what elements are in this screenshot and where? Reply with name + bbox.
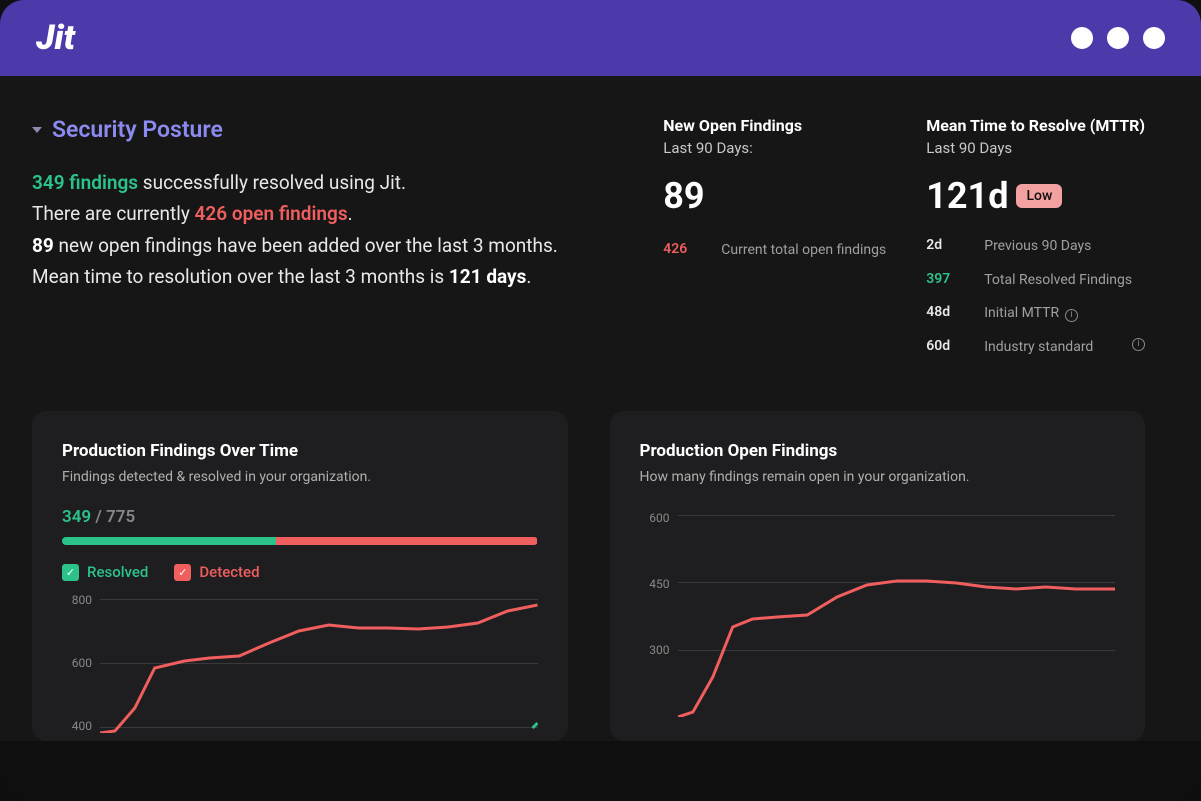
section-header[interactable]: Security Posture	[32, 116, 623, 143]
window-dot[interactable]	[1071, 27, 1093, 49]
line-chart	[678, 507, 1116, 717]
metric-subtitle: Last 90 Days:	[663, 139, 886, 157]
info-icon[interactable]: i	[1065, 309, 1078, 322]
ratio-display: 349 / 775	[62, 507, 538, 527]
security-posture-section: Security Posture 349 findings successful…	[32, 116, 623, 371]
y-tick: 300	[640, 643, 670, 657]
y-tick: 450	[640, 577, 670, 591]
open-findings-card: Production Open Findings How many findin…	[610, 411, 1146, 741]
caret-down-icon	[32, 127, 42, 133]
new-count: 89	[32, 234, 54, 257]
metric-key: 48d	[926, 304, 964, 320]
metric-key: 2d	[926, 237, 964, 253]
metric-subtitle: Last 90 Days	[926, 139, 1145, 157]
progress-bar	[62, 537, 538, 545]
chart-subtitle: How many findings remain open in your or…	[640, 469, 1116, 485]
checkbox-icon: ✓	[174, 564, 191, 581]
metric-desc: Industry standard	[984, 338, 1106, 358]
posture-summary: 349 findings successfully resolved using…	[32, 167, 623, 292]
app-header: Jit	[0, 0, 1201, 76]
window-controls	[1071, 27, 1165, 49]
chart-title: Production Findings Over Time	[62, 441, 538, 461]
chart-plot-area: 800 600 400	[62, 593, 538, 733]
metric-desc: Current total open findings	[721, 241, 886, 261]
y-tick: 600	[62, 656, 92, 670]
legend-resolved[interactable]: ✓ Resolved	[62, 563, 148, 581]
metric-value: 121d	[926, 175, 1008, 217]
legend-detected[interactable]: ✓ Detected	[174, 563, 259, 581]
metric-desc: Total Resolved Findings	[984, 271, 1132, 291]
section-title: Security Posture	[52, 116, 223, 143]
info-icon[interactable]: i	[1132, 338, 1145, 351]
new-findings-metric: New Open Findings Last 90 Days: 89 426 C…	[663, 116, 886, 371]
metric-key: 426	[663, 241, 701, 257]
checkbox-icon: ✓	[62, 564, 79, 581]
chart-plot-area: 600 450 300	[640, 507, 1116, 717]
progress-resolved	[62, 537, 276, 545]
metric-key: 60d	[926, 338, 964, 354]
mttr-value: 121 days	[449, 265, 526, 288]
chart-title: Production Open Findings	[640, 441, 1116, 461]
window-dot[interactable]	[1143, 27, 1165, 49]
status-badge: Low	[1016, 184, 1062, 208]
metric-desc: Previous 90 Days	[984, 237, 1091, 257]
logo: Jit	[36, 18, 75, 58]
metric-key: 397	[926, 271, 964, 287]
progress-detected	[276, 537, 538, 545]
metric-value: 89	[663, 175, 886, 217]
y-tick: 800	[62, 593, 92, 607]
chart-legend: ✓ Resolved ✓ Detected	[62, 563, 538, 581]
metric-title: Mean Time to Resolve (MTTR)	[926, 116, 1145, 135]
y-tick: 600	[640, 511, 670, 525]
line-chart	[100, 593, 538, 733]
y-tick: 400	[62, 719, 92, 733]
findings-over-time-card: Production Findings Over Time Findings d…	[32, 411, 568, 741]
metric-title: New Open Findings	[663, 116, 886, 135]
mttr-metric: Mean Time to Resolve (MTTR) Last 90 Days…	[926, 116, 1145, 371]
resolved-count: 349 findings	[32, 171, 138, 194]
window-dot[interactable]	[1107, 27, 1129, 49]
chart-subtitle: Findings detected & resolved in your org…	[62, 469, 538, 485]
open-count: 426 open findings	[195, 202, 348, 225]
metric-desc: Initial MTTRi	[984, 304, 1078, 324]
